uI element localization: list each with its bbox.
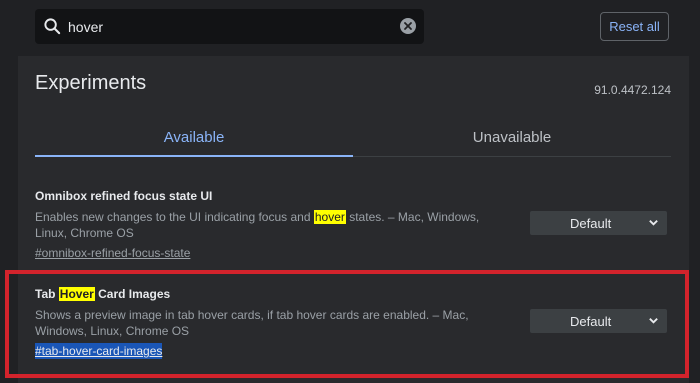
tab-bar: Available Unavailable [35,118,671,158]
search-input[interactable] [68,9,398,44]
top-bar: Reset all [0,0,700,56]
experiment-description: Enables new changes to the UI indicating… [35,210,480,240]
experiment-state-select[interactable]: Default [530,211,667,235]
search-highlight: Hover [58,287,95,301]
experiment-name: Tab Hover Card Images [35,287,171,301]
tab-available[interactable]: Available [35,118,353,156]
tab-unavailable[interactable]: Unavailable [353,118,671,156]
experiment-name: Omnibox refined focus state UI [35,189,213,203]
version-label: 91.0.4472.124 [594,83,671,97]
experiment-description: Shows a preview image in tab hover cards… [35,308,469,338]
experiment-state-select[interactable]: Default [530,309,667,333]
chevron-down-icon [649,318,658,324]
chevron-down-icon [649,220,658,226]
experiment-link[interactable]: #omnibox-refined-focus-state [35,245,190,261]
active-tab-indicator [35,155,353,157]
reset-all-button[interactable]: Reset all [600,12,669,41]
search-box[interactable] [35,9,424,44]
clear-search-icon[interactable] [400,18,416,34]
search-icon [44,18,61,35]
page-title: Experiments [35,72,147,94]
select-value: Default [570,313,612,329]
search-highlight: hover [313,210,346,224]
experiment-link[interactable]: #tab-hover-card-images [35,343,163,359]
select-value: Default [570,215,612,231]
experiments-panel: Experiments 91.0.4472.124 Available Unav… [18,56,689,383]
